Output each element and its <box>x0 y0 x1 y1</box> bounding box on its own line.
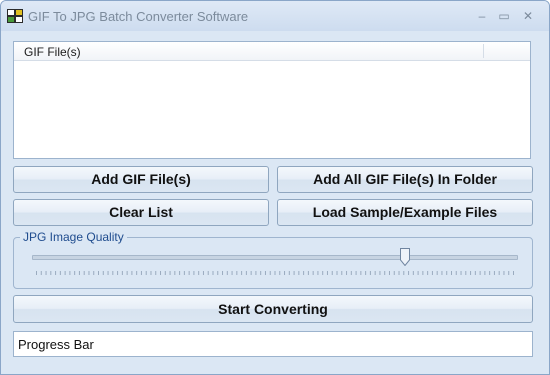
quality-slider-thumb[interactable] <box>399 248 410 266</box>
app-window: GIF To JPG Batch Converter Software – ▭ … <box>0 0 550 375</box>
file-list[interactable]: GIF File(s) <box>13 41 531 159</box>
column-separator[interactable] <box>483 44 484 58</box>
minimize-icon[interactable]: – <box>471 7 493 25</box>
title-bar[interactable]: GIF To JPG Batch Converter Software – ▭ … <box>1 1 549 31</box>
window-title: GIF To JPG Batch Converter Software <box>28 9 249 24</box>
quality-slider-track[interactable] <box>32 255 518 260</box>
progress-label: Progress Bar <box>18 337 94 352</box>
add-gif-files-button[interactable]: Add GIF File(s) <box>13 166 269 193</box>
quality-group: JPG Image Quality <box>13 230 533 289</box>
quality-slider-ticks <box>36 271 514 275</box>
quality-label: JPG Image Quality <box>20 230 127 244</box>
load-sample-button[interactable]: Load Sample/Example Files <box>277 199 533 226</box>
client-area: GIF File(s) Add GIF File(s) Add All GIF … <box>1 31 549 374</box>
close-icon[interactable]: ✕ <box>517 7 539 25</box>
add-folder-button[interactable]: Add All GIF File(s) In Folder <box>277 166 533 193</box>
app-icon <box>7 9 23 23</box>
maximize-icon[interactable]: ▭ <box>493 7 515 25</box>
clear-list-button[interactable]: Clear List <box>13 199 269 226</box>
start-converting-button[interactable]: Start Converting <box>13 295 533 323</box>
progress-bar: Progress Bar <box>13 331 533 357</box>
list-header: GIF File(s) <box>14 42 530 61</box>
column-header-gif-files[interactable]: GIF File(s) <box>24 45 81 59</box>
